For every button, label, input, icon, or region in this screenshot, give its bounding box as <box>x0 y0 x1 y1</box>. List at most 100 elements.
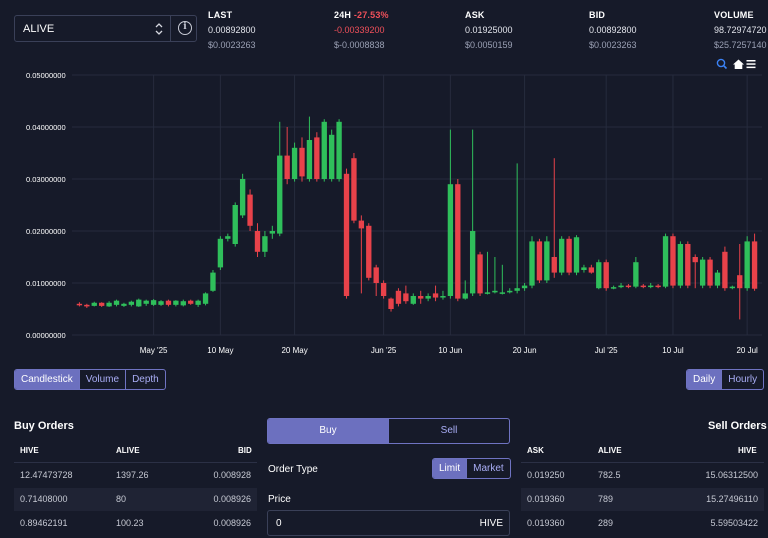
candle-body <box>729 286 735 289</box>
sell-order-row[interactable]: 0.019360 789 15.27496110 <box>521 488 764 511</box>
candle <box>477 251 483 296</box>
candle-body <box>588 267 595 273</box>
buy-col-bid: BID <box>238 446 252 455</box>
candle-body <box>254 231 261 252</box>
sell-header-divider <box>521 462 764 463</box>
candle <box>737 244 743 320</box>
candle <box>217 236 224 270</box>
buy-sell-toggle: Buy Sell <box>267 418 510 444</box>
candle <box>707 257 713 289</box>
tab-daily[interactable]: Daily <box>687 370 723 389</box>
price-input[interactable]: 0 HIVE <box>267 510 510 536</box>
candle-body <box>299 147 305 177</box>
candle <box>329 129 335 182</box>
candle-body <box>440 296 446 298</box>
candle <box>366 223 372 281</box>
candle-body <box>225 236 231 239</box>
stat-ask: ASK 0.01925000 $0.0050159 <box>465 10 513 50</box>
candle-body <box>692 257 698 263</box>
stat-last-value: 0.00892800 <box>208 25 256 35</box>
candle <box>484 251 491 295</box>
candle-body <box>566 238 572 273</box>
stat-bid-label: BID <box>589 10 606 20</box>
candle-body <box>388 298 394 309</box>
sell-col-alive: ALIVE <box>598 446 622 455</box>
candle <box>395 288 402 307</box>
tab-hourly[interactable]: Hourly <box>722 370 763 389</box>
stat-bid-value: 0.00892800 <box>589 25 637 35</box>
sell-order-row[interactable]: 0.019360 289 5.59503422 <box>521 512 764 535</box>
candle-body <box>202 293 209 304</box>
candle <box>573 235 580 276</box>
candle-body <box>291 147 298 179</box>
buy-order-row[interactable]: 12.47473728 1397.26 0.008928 <box>14 464 257 487</box>
candle-body <box>418 296 424 299</box>
candle-body <box>521 285 528 289</box>
candle-body <box>121 303 127 306</box>
sell-order-row[interactable]: 0.019250 782.5 15.06312500 <box>521 464 764 487</box>
buy-row-alive: 80 <box>116 494 127 504</box>
candle <box>744 236 750 291</box>
candle <box>566 236 572 276</box>
sell-col-ask: ASK <box>527 446 544 455</box>
candle <box>432 285 439 302</box>
tab-candlestick[interactable]: Candlestick <box>15 370 80 389</box>
candle <box>529 236 535 289</box>
candle-body <box>395 290 402 304</box>
price-chart[interactable]: 0.05000000 0.04000000 0.03000000 0.02000000… <box>0 55 768 360</box>
candle <box>121 302 127 307</box>
candle-body <box>655 285 661 288</box>
candle-body <box>618 285 624 288</box>
candle-body <box>714 272 721 286</box>
order-type-tabs: Limit Market <box>432 458 511 479</box>
candle <box>99 302 105 307</box>
candle-body <box>158 301 164 305</box>
order-type-limit[interactable]: Limit <box>433 459 468 478</box>
buy-row-hive: 12.47473728 <box>20 470 73 480</box>
buy-order-row[interactable]: 0.71408000 80 0.008926 <box>14 488 257 511</box>
sell-row-hive: 15.27496110 <box>706 494 758 504</box>
sell-col-hive: HIVE <box>738 446 757 455</box>
candle <box>136 298 142 307</box>
token-select[interactable]: ALIVE i <box>14 15 197 42</box>
x-tick-label: Jun '25 <box>371 346 397 355</box>
tab-volume[interactable]: Volume <box>80 370 127 389</box>
candle-body <box>76 303 83 306</box>
stat-last-usd: $0.0023263 <box>208 40 256 50</box>
candle <box>150 299 157 306</box>
candle <box>722 246 728 291</box>
candle-body <box>640 285 646 288</box>
order-type-market[interactable]: Market <box>467 459 510 478</box>
candle <box>277 121 283 237</box>
candle <box>588 264 595 274</box>
candle-body <box>603 262 609 289</box>
candle-body <box>403 293 409 302</box>
candle-body <box>99 302 105 306</box>
candle-body <box>492 290 498 293</box>
buy-tab[interactable]: Buy <box>268 419 388 443</box>
candle <box>262 231 268 257</box>
candle-body <box>247 194 253 226</box>
x-tick-label: 10 May <box>207 346 233 355</box>
candle-body <box>106 302 112 307</box>
sell-row-alive: 289 <box>598 518 614 528</box>
stat-ask-value: 0.01925000 <box>465 25 513 35</box>
candle <box>536 238 543 283</box>
candle-body <box>284 155 290 179</box>
candle <box>76 302 83 307</box>
candle-body <box>677 244 684 286</box>
tab-depth[interactable]: Depth <box>126 370 165 389</box>
candle <box>165 299 172 307</box>
buy-row-alive: 100.23 <box>116 518 144 528</box>
candle <box>336 119 342 182</box>
candle-body <box>380 283 387 296</box>
candle <box>633 257 639 289</box>
stat-ask-usd: $0.0050159 <box>465 40 513 50</box>
candle-body <box>188 300 194 304</box>
sell-tab[interactable]: Sell <box>388 419 509 443</box>
buy-order-row[interactable]: 0.89462191 100.23 0.008926 <box>14 512 257 535</box>
info-icon[interactable]: i <box>178 21 192 35</box>
candle <box>699 257 706 289</box>
candle <box>603 259 609 291</box>
buy-row-bid: 0.008926 <box>213 518 251 528</box>
